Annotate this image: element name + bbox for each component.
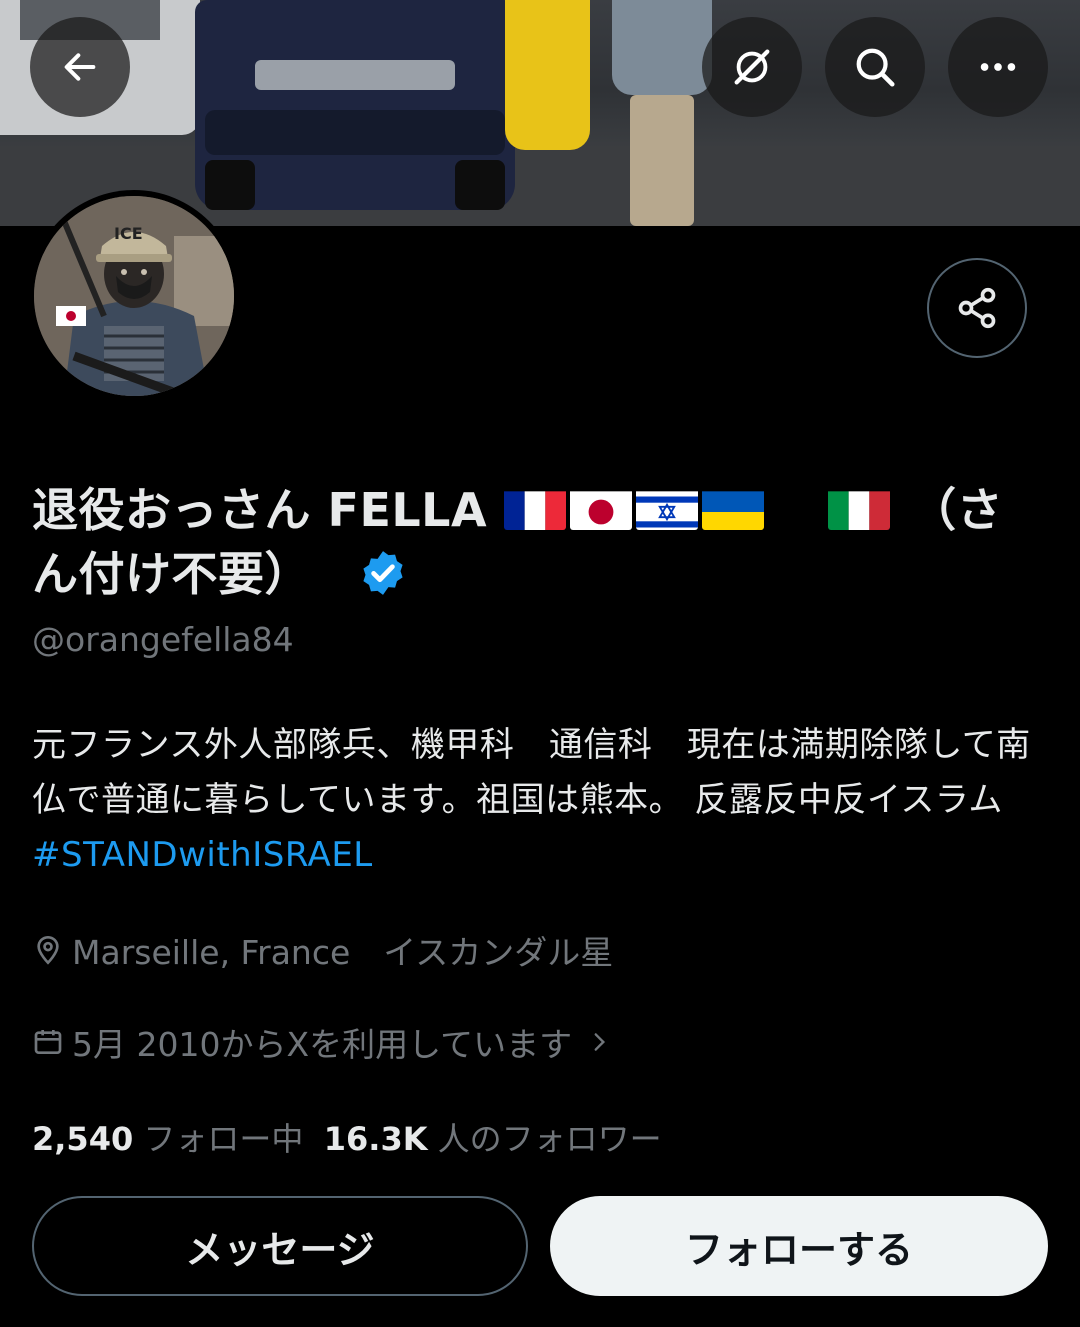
followers-count: 16.3K	[323, 1120, 428, 1158]
banner-taxi	[505, 0, 590, 150]
profile-bio: 元フランス外人部隊兵、機甲科 通信科 現在は満期除隊して南仏で普通に暮らしていま…	[32, 718, 1042, 883]
share-icon	[958, 287, 996, 329]
avatar-cap-text: ICE	[114, 224, 143, 243]
followers-link[interactable]: 16.3K 人のフォロワー	[324, 1120, 662, 1158]
avatar[interactable]: ICE	[28, 190, 240, 402]
verified-badge-icon[interactable]	[358, 548, 408, 598]
search-icon	[856, 48, 895, 87]
search-button[interactable]	[825, 17, 925, 117]
back-button[interactable]	[30, 17, 130, 117]
flag-japan-icon	[569, 486, 632, 530]
display-name-suffix-1: （さ	[910, 483, 1004, 537]
bio-text: 元フランス外人部隊兵、機甲科 通信科 現在は満期除隊して南仏で普通に暮らしていま…	[32, 725, 1038, 820]
followers-label: 人のフォロワー	[437, 1120, 662, 1158]
banner-person	[612, 0, 712, 226]
eye-slash-icon	[734, 49, 770, 85]
avatar-image: ICE	[34, 196, 234, 396]
following-link[interactable]: 2,540 フォロー中	[32, 1120, 303, 1158]
profile-banner[interactable]	[0, 0, 1080, 226]
flag-france-icon	[503, 486, 566, 530]
display-name-suffix-2: ん付け不要）	[32, 547, 311, 601]
following-count: 2,540	[32, 1120, 134, 1158]
chevron-right-icon	[594, 1033, 606, 1051]
message-button[interactable]: メッセージ	[32, 1196, 528, 1296]
flag-israel-icon	[635, 486, 698, 530]
following-label: フォロー中	[143, 1120, 304, 1158]
profile-location: Marseille, France イスカンダル星	[32, 926, 613, 974]
more-horizontal-icon	[980, 63, 1016, 71]
profile-joined-date[interactable]: 5月 2010からXを利用しています	[32, 1018, 612, 1066]
share-button[interactable]	[927, 258, 1027, 358]
location-text: Marseille, France イスカンダル星	[72, 933, 614, 972]
hide-media-button[interactable]	[702, 17, 802, 117]
flag-ukraine-icon	[701, 486, 764, 530]
follow-stats: 2,540 フォロー中 16.3K 人のフォロワー	[32, 1114, 662, 1160]
joined-text: 5月 2010からXを利用しています	[72, 1025, 573, 1064]
arrow-left-icon	[64, 53, 96, 81]
more-button[interactable]	[948, 17, 1048, 117]
display-name: 退役おっさん FELLA （さ ん付け不要）	[32, 478, 1052, 606]
flag-italy-icon	[827, 486, 890, 530]
follow-button[interactable]: フォローする	[550, 1196, 1048, 1296]
display-name-main: 退役おっさん FELLA	[32, 483, 488, 537]
user-handle: @orangefella84	[32, 620, 294, 659]
banner-truck	[195, 0, 515, 210]
bio-hashtag-link[interactable]: #STANDwithISRAEL	[32, 835, 373, 875]
location-pin-icon	[37, 935, 59, 965]
calendar-icon	[34, 1030, 62, 1054]
